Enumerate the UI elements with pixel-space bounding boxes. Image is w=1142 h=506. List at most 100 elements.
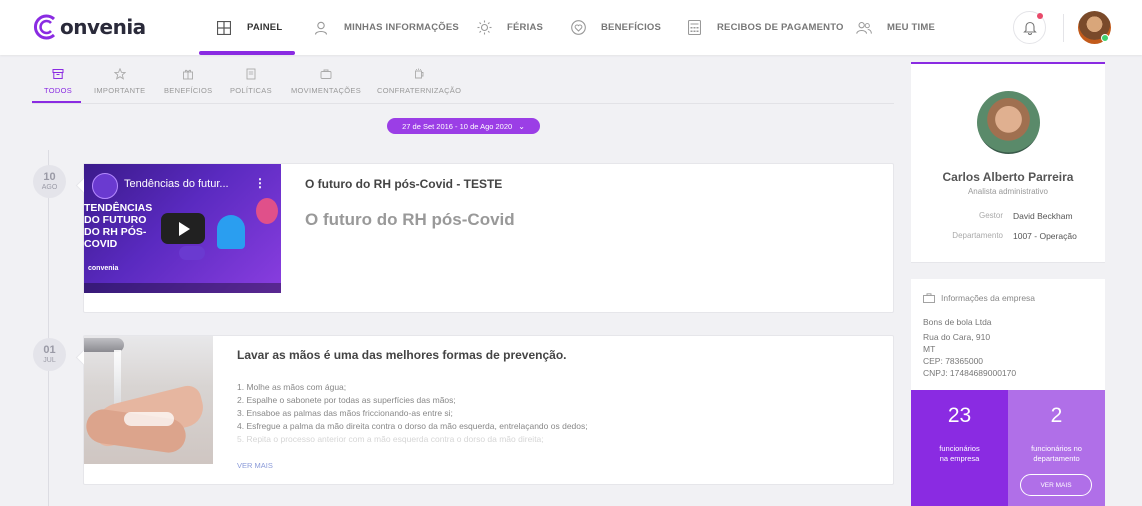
company-name: Bons de bola Ltda [923, 317, 992, 327]
filter-tab-label: BENEFÍCIOS [164, 86, 213, 95]
post-body: 1. Molhe as mãos com água; 2. Espalhe o … [237, 381, 657, 446]
stat-label-line: funcionários [939, 444, 980, 453]
company-title: Informações da empresa [923, 293, 1035, 303]
drink-icon [415, 68, 424, 79]
timeline-day: 10 [43, 170, 56, 183]
presenter-image [256, 198, 278, 224]
step-text: 5. Repita o processo anterior com a mão … [237, 434, 544, 444]
convenia-logo[interactable]: onvenia [32, 13, 146, 41]
manager-value: David Beckham [1013, 211, 1073, 221]
chevron-down-icon: ⌄ [518, 121, 525, 131]
nav-item-painel[interactable]: PAINEL [216, 0, 282, 55]
stat-label-line: departamento [1033, 454, 1080, 463]
feed-card[interactable]: Tendências do futur... ⋮ TENDÊNCIAS DO F… [83, 163, 894, 313]
company-address: Rua do Cara, 910 [923, 332, 991, 342]
nav-item-minhas-informacoes[interactable]: MINHAS INFORMAÇÕES [313, 0, 459, 55]
nav-label: PAINEL [247, 22, 283, 33]
see-more-button[interactable]: VER MAIS [1020, 474, 1092, 496]
star-icon [113, 68, 126, 80]
online-status-indicator [1101, 34, 1109, 42]
filter-tab-label: POLÍTICAS [230, 86, 272, 95]
team-icon [856, 20, 872, 36]
department-label: Departamento [952, 231, 1003, 240]
post-title: O futuro do RH pós-Covid - TESTE [305, 177, 503, 191]
filter-tab-label: IMPORTANTE [94, 86, 146, 95]
filter-tab-movimentacoes[interactable]: MOVIMENTAÇÕES [291, 68, 361, 102]
post-title: Lavar as mãos é uma das melhores formas … [237, 348, 567, 362]
heart-icon [570, 20, 586, 36]
feed-card[interactable]: Lavar as mãos é uma das melhores formas … [83, 335, 894, 485]
date-range-label: 27 de Set 2016 - 10 de Ago 2020 [402, 121, 513, 131]
stat-label-line: na empresa [939, 454, 980, 463]
profile-card: Carlos Alberto Parreira Analista adminis… [911, 62, 1105, 263]
divider [1063, 14, 1064, 42]
nav-label: RECIBOS DE PAGAMENTO [717, 22, 844, 33]
step-text: 2. Espalhe o sabonete por todas as super… [237, 395, 456, 405]
bell-icon [1022, 21, 1037, 35]
nav-label: BENEFÍCIOS [601, 22, 662, 33]
nav-label: MINHAS INFORMAÇÕES [344, 22, 459, 33]
timeline-date: 01 JUL [33, 338, 66, 371]
calculator-icon [686, 20, 702, 36]
sun-icon [476, 20, 492, 36]
nav-item-beneficios[interactable]: BENEFÍCIOS [570, 0, 661, 55]
video-title: Tendências do futur... [124, 178, 229, 190]
soap-suds [124, 412, 174, 426]
company-cep: CEP: 78365000 [923, 356, 984, 366]
filter-tab-label: TODOS [44, 86, 73, 95]
water-stream [114, 350, 121, 405]
notification-badge [1037, 13, 1043, 19]
timeline-line [48, 150, 49, 506]
nav-item-ferias[interactable]: FÉRIAS [476, 0, 543, 55]
filter-tab-politicas[interactable]: POLÍTICAS [230, 68, 272, 102]
profile-avatar [977, 91, 1040, 154]
company-title-text: Informações da empresa [941, 293, 1036, 303]
grid-icon [216, 20, 232, 36]
profile-name: Carlos Alberto Parreira [942, 170, 1074, 184]
handwashing-image [84, 336, 213, 464]
play-button[interactable] [161, 213, 205, 244]
see-more-link[interactable]: VER MAIS [237, 461, 273, 470]
channel-logo [92, 173, 118, 199]
company-state: MT [923, 344, 936, 354]
building-icon [923, 293, 935, 303]
timeline-day: 01 [43, 343, 56, 356]
post-subtitle: O futuro do RH pós-Covid [305, 210, 515, 229]
tabs-divider [32, 103, 894, 104]
nav-label: MEU TIME [887, 22, 936, 33]
video-bottom-bar [84, 283, 281, 293]
nav-label: FÉRIAS [507, 22, 544, 33]
filter-tab-importante[interactable]: IMPORTANTE [94, 68, 145, 102]
nav-item-recibos-de-pagamento[interactable]: RECIBOS DE PAGAMENTO [686, 0, 844, 55]
manager-label: Gestor [978, 211, 1003, 220]
video-thumbnail[interactable]: Tendências do futur... ⋮ TENDÊNCIAS DO F… [84, 164, 281, 293]
user-icon [313, 20, 329, 36]
top-navbar: onvenia PAINEL MINHAS INFORMAÇÕES FÉRIAS… [0, 0, 1142, 55]
brand-name: onvenia [60, 15, 146, 39]
filter-tab-beneficios[interactable]: BENEFÍCIOS [164, 68, 212, 102]
timeline-month: JUL [43, 356, 56, 364]
filter-tab-confraternizacao[interactable]: CONFRATERNIZAÇÃO [377, 68, 461, 102]
filter-tab-label: CONFRATERNIZAÇÃO [377, 86, 462, 95]
filter-tab-todos[interactable]: TODOS [44, 68, 72, 102]
timeline-month: AGO [41, 183, 58, 191]
employees-department-stat: 2 funcionários no departamento VER MAIS [1008, 390, 1105, 506]
convenia-logo-icon [34, 14, 56, 40]
archive-icon [52, 69, 64, 79]
presenter-image [217, 215, 245, 249]
video-brand: convenia [88, 265, 119, 272]
document-icon [246, 68, 256, 80]
nav-item-meu-time[interactable]: MEU TIME [856, 0, 935, 55]
date-range-filter[interactable]: 27 de Set 2016 - 10 de Ago 2020 ⌄ [387, 118, 540, 134]
step-text: 1. Molhe as mãos com água; [237, 382, 347, 392]
department-value: 1007 - Operação [1013, 231, 1077, 241]
more-options-icon[interactable]: ⋮ [254, 176, 266, 190]
company-card: Informações da empresa Bons de bola Ltda… [911, 279, 1105, 390]
timeline-date: 10 AGO [33, 165, 66, 198]
gift-icon [183, 69, 194, 80]
stat-value: 2 [1050, 404, 1063, 427]
nav-active-indicator [199, 51, 295, 55]
stat-label: funcionários no departamento [1008, 444, 1105, 464]
company-cnpj: CNPJ: 17484689000170 [923, 368, 1017, 378]
filter-tab-label: MOVIMENTAÇÕES [291, 86, 362, 95]
